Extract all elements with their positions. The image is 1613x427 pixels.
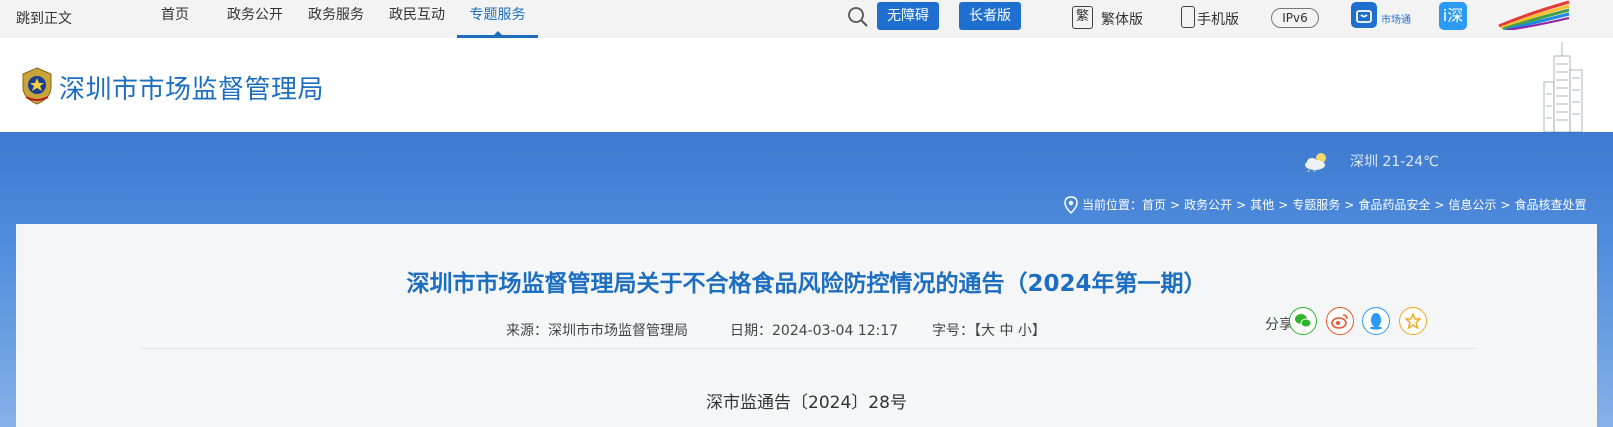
- site-header: 深圳市市场监督管理局: [0, 38, 1613, 132]
- breadcrumb-prefix: 当前位置：: [1082, 198, 1143, 212]
- breadcrumb-food-drug-safety[interactable]: 食品药品安全: [1358, 198, 1430, 212]
- nav-gov-affairs-open[interactable]: 政务公开: [226, 0, 284, 38]
- top-navigation-bar: 跳到正文 首页 政务公开 政务服务 政民互动 专题服务 无障碍 长者版 繁 繁体…: [0, 0, 1613, 38]
- site-title[interactable]: 深圳市市场监督管理局: [59, 69, 324, 106]
- breadcrumb-food-inspection[interactable]: 食品核查处置: [1514, 198, 1586, 212]
- i-shenzhen-app-icon[interactable]: i深: [1439, 2, 1467, 30]
- skyscraper-illustration: [1543, 42, 1583, 132]
- share-favorite-icon[interactable]: [1399, 307, 1427, 335]
- qq-penguin-icon: [1370, 313, 1382, 330]
- market-app-icon[interactable]: [1351, 2, 1377, 28]
- article-date: 日期：2024-03-04 12:17: [730, 323, 899, 339]
- breadcrumb: 当前位置：首页 > 政务公开 > 其他 > 专题服务 > 食品药品安全 > 信息公示 > 食品核查处置: [1064, 196, 1587, 216]
- mobile-version-link[interactable]: 手机版: [1197, 9, 1239, 29]
- breadcrumb-home[interactable]: 首页: [1142, 198, 1166, 212]
- wechat-icon: [1295, 314, 1312, 328]
- meta-divider: [141, 348, 1476, 349]
- breadcrumb-info-disclosure[interactable]: 信息公示: [1448, 198, 1496, 212]
- accessibility-button[interactable]: 无障碍: [877, 2, 939, 30]
- bag-icon: [1356, 10, 1372, 23]
- nav-special-services[interactable]: 专题服务: [457, 0, 538, 38]
- weibo-icon: [1331, 314, 1348, 329]
- shenzhen-china-logo[interactable]: [1497, 0, 1571, 30]
- document-number: 深市监通告〔2024〕28号: [706, 393, 907, 413]
- breadcrumb-special-services[interactable]: 专题服务: [1292, 198, 1340, 212]
- market-app-label[interactable]: 市场通: [1381, 11, 1411, 26]
- article-source: 来源：深圳市市场监督管理局: [506, 323, 688, 339]
- nav-public-interaction[interactable]: 政民互动: [388, 0, 446, 38]
- star-icon: [1404, 312, 1422, 330]
- share-wechat-icon[interactable]: [1289, 307, 1317, 335]
- traditional-chinese-icon[interactable]: 繁: [1072, 6, 1093, 29]
- ipv6-badge: IPv6: [1271, 8, 1319, 28]
- search-icon[interactable]: [846, 5, 870, 29]
- skip-to-content-link[interactable]: 跳到正文: [16, 8, 72, 28]
- location-pin-icon: [1064, 196, 1078, 214]
- share-weibo-icon[interactable]: [1326, 307, 1354, 335]
- article-card: 深圳市市场监督管理局关于不合格食品风险防控情况的通告（2024年第一期） 来源：…: [16, 224, 1597, 427]
- elder-mode-button[interactable]: 长者版: [959, 2, 1021, 30]
- nav-home[interactable]: 首页: [160, 0, 190, 38]
- breadcrumb-other[interactable]: 其他: [1250, 198, 1274, 212]
- share-qq-icon[interactable]: [1362, 307, 1390, 335]
- breadcrumb-gov-affairs-open[interactable]: 政务公开: [1184, 198, 1232, 212]
- market-regulation-emblem-icon: [22, 67, 52, 105]
- font-size-selector[interactable]: 字号：【大 中 小】: [932, 320, 1046, 340]
- weather-text: 深圳 21-24℃: [1350, 154, 1439, 170]
- mobile-phone-icon[interactable]: [1181, 6, 1195, 28]
- article-title: 深圳市市场监督管理局关于不合格食品风险防控情况的通告（2024年第一期）: [406, 271, 1207, 297]
- cloudy-weather-icon: [1305, 153, 1326, 172]
- traditional-chinese-link[interactable]: 繁体版: [1101, 9, 1143, 29]
- nav-gov-services[interactable]: 政务服务: [307, 0, 365, 38]
